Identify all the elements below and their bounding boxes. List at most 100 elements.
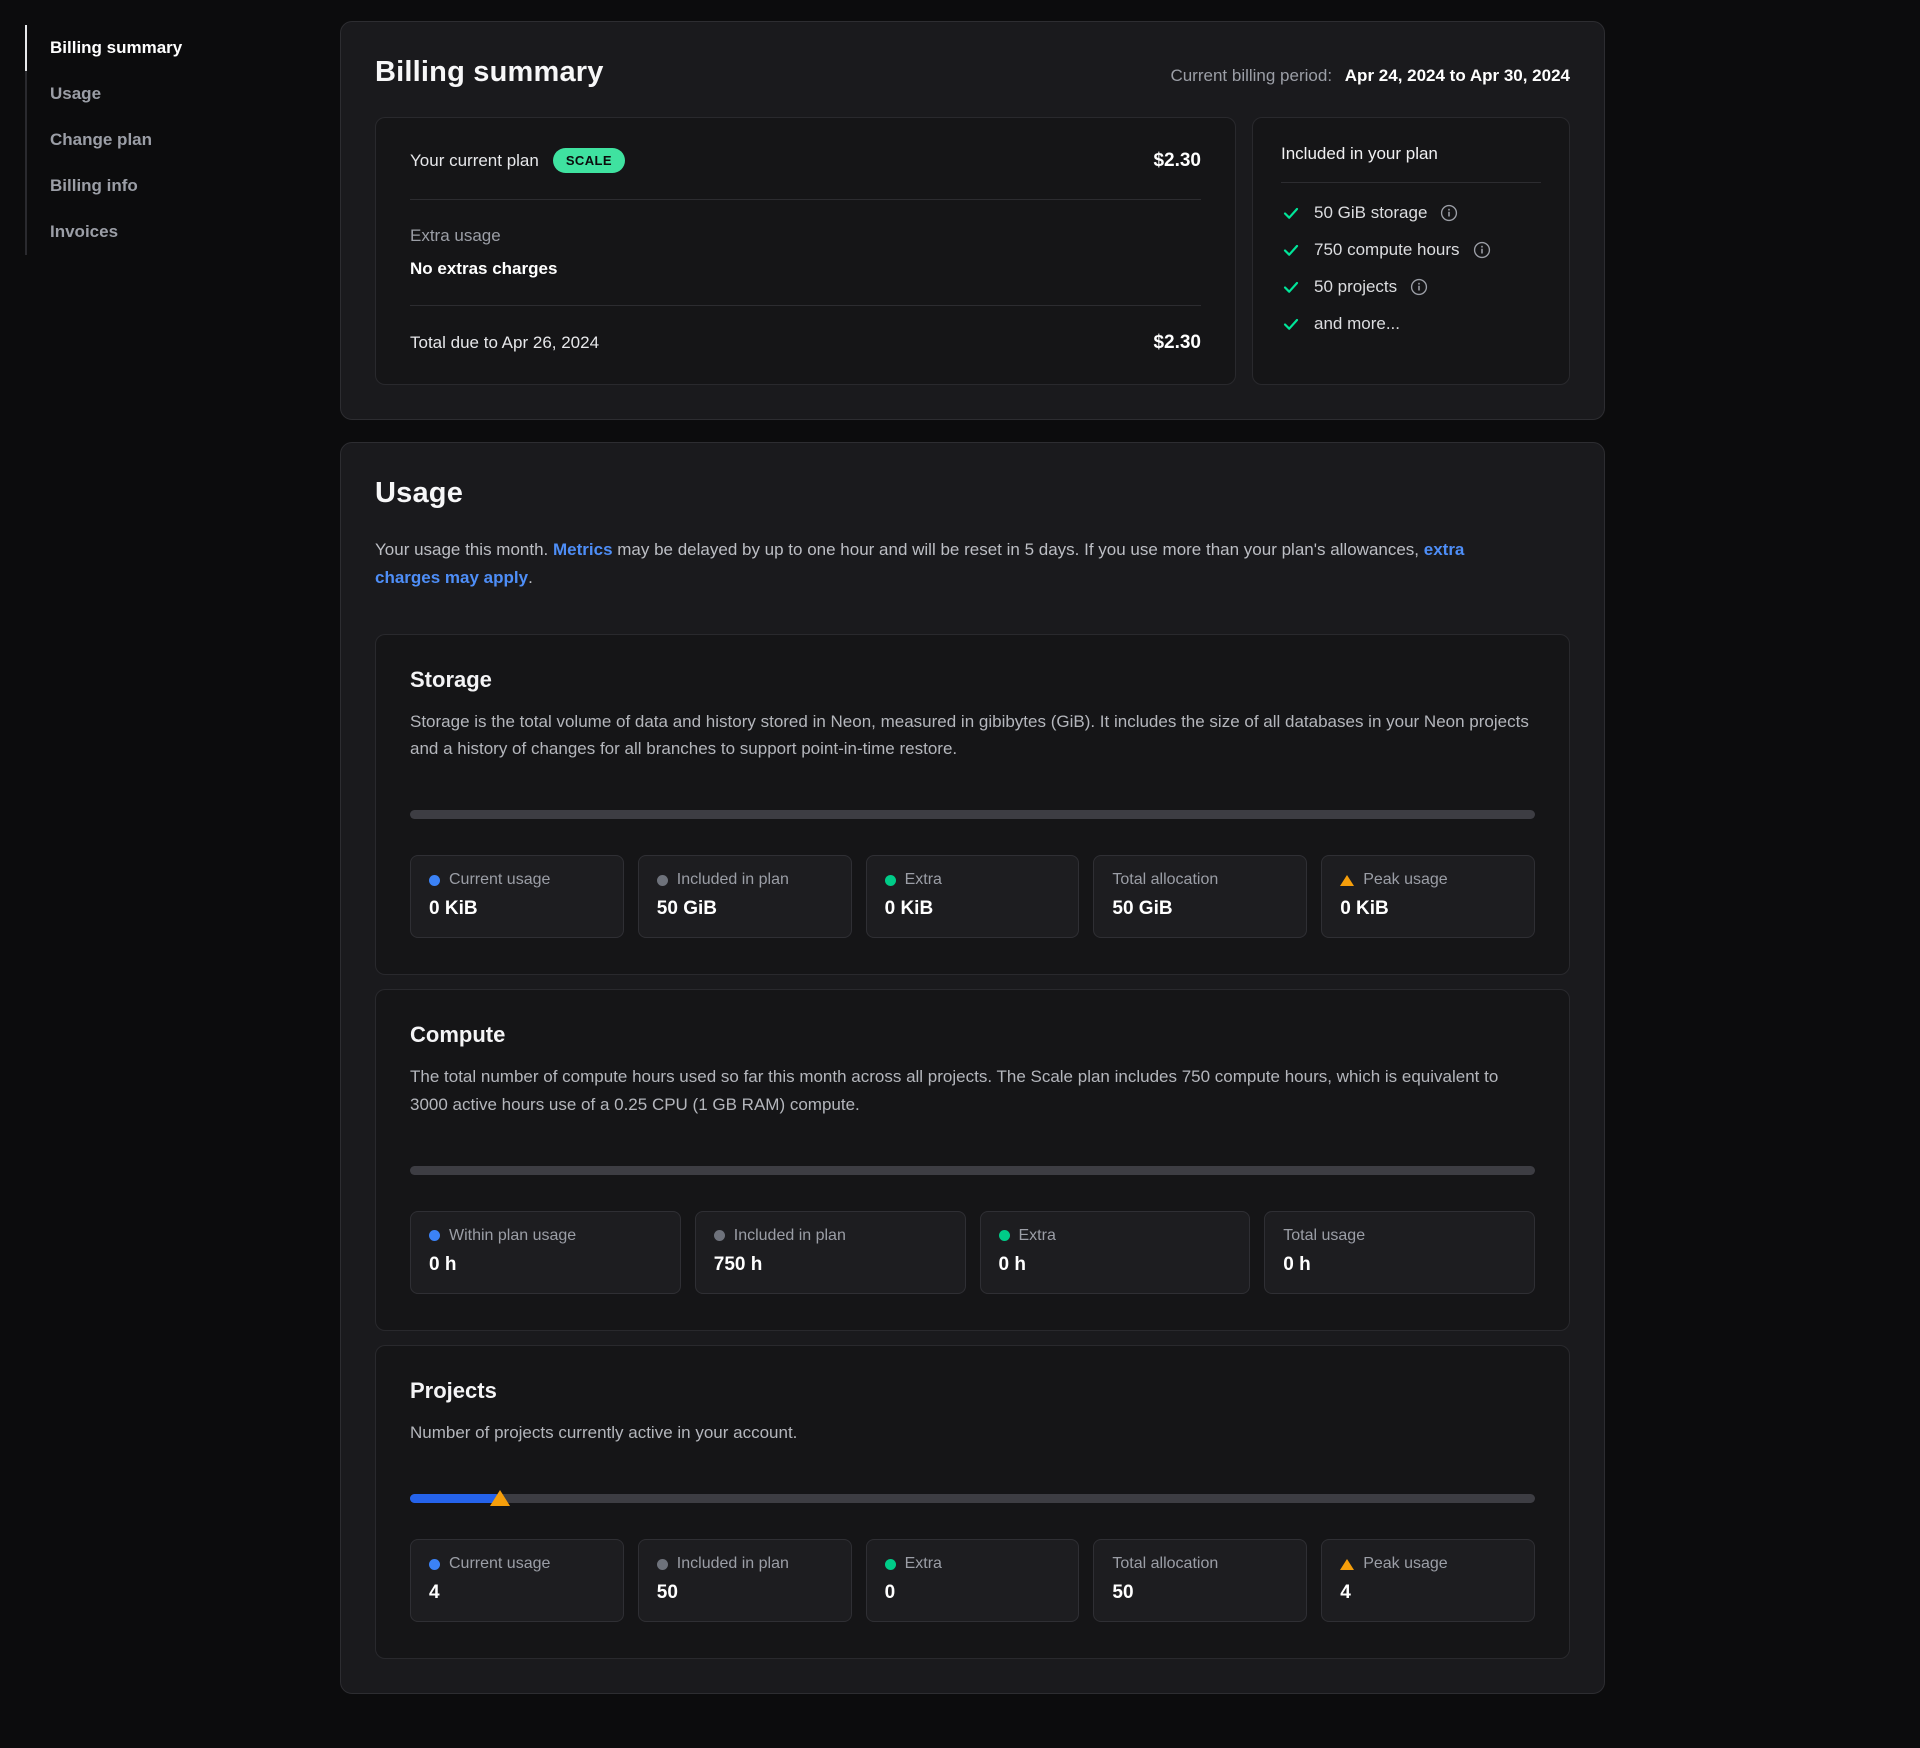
stat-value: 0 h [1283, 1254, 1516, 1276]
billing-summary-header: Billing summary Current billing period: … [375, 56, 1570, 89]
projects-stats-row: Current usage 4 Included in plan 50 Extr… [410, 1539, 1535, 1622]
billing-summary-card: Billing summary Current billing period: … [340, 21, 1605, 420]
stat-value: 0 [885, 1582, 1061, 1604]
stat-value: 0 KiB [429, 898, 605, 920]
usage-card: Usage Your usage this month. Metrics may… [340, 442, 1605, 1694]
check-icon [1281, 314, 1301, 334]
billing-period-label: Current billing period: [1170, 66, 1332, 85]
metrics-link[interactable]: Metrics [553, 540, 613, 559]
page-layout: Billing summary Usage Change plan Billin… [0, 0, 1920, 1734]
stat-label: Extra [905, 1555, 942, 1573]
stat-value: 0 KiB [1340, 898, 1516, 920]
stat-label: Total allocation [1112, 871, 1218, 889]
current-usage-dot-icon [429, 875, 440, 886]
storage-stats-row: Current usage 0 KiB Included in plan 50 … [410, 855, 1535, 938]
included-item-label: 50 GiB storage [1314, 203, 1427, 223]
info-icon[interactable] [1440, 204, 1458, 222]
plan-badge: SCALE [553, 148, 625, 173]
usage-intro-text: . [528, 568, 533, 587]
compute-stat-total-usage: Total usage 0 h [1264, 1211, 1535, 1294]
sidebar-item-billing-summary[interactable]: Billing summary [25, 25, 340, 71]
current-plan-row: Your current plan SCALE $2.30 [410, 148, 1201, 173]
stat-label: Total allocation [1112, 1555, 1218, 1573]
current-plan-card: Your current plan SCALE $2.30 Extra usag… [375, 117, 1236, 385]
billing-period: Current billing period: Apr 24, 2024 to … [1170, 66, 1570, 86]
stat-label: Included in plan [734, 1227, 846, 1245]
projects-section: Projects Number of projects currently ac… [375, 1345, 1570, 1659]
included-in-plan-title: Included in your plan [1281, 144, 1541, 164]
sidebar-item-invoices[interactable]: Invoices [25, 209, 340, 255]
stat-value: 0 h [429, 1254, 662, 1276]
stat-label: Current usage [449, 1555, 550, 1573]
usage-intro-text: may be delayed by up to one hour and wil… [613, 540, 1424, 559]
sidebar: Billing summary Usage Change plan Billin… [25, 21, 340, 1694]
main-content: Billing summary Current billing period: … [340, 21, 1605, 1694]
check-icon [1281, 240, 1301, 260]
billing-row: Your current plan SCALE $2.30 Extra usag… [375, 117, 1570, 385]
billing-nav: Billing summary Usage Change plan Billin… [25, 25, 340, 255]
check-icon [1281, 277, 1301, 297]
storage-stat-peak-usage: Peak usage 0 KiB [1321, 855, 1535, 938]
stat-value: 50 GiB [1112, 898, 1288, 920]
projects-stat-current-usage: Current usage 4 [410, 1539, 624, 1622]
projects-stat-peak-usage: Peak usage 4 [1321, 1539, 1535, 1622]
included-in-plan-dot-icon [714, 1230, 725, 1241]
peak-usage-triangle-icon [1340, 875, 1354, 886]
extra-usage-label: Extra usage [410, 226, 1201, 246]
peak-usage-marker-icon [490, 1490, 510, 1506]
storage-description: Storage is the total volume of data and … [410, 708, 1535, 762]
stat-label: Included in plan [677, 1555, 789, 1573]
info-icon[interactable] [1473, 241, 1491, 259]
projects-description: Number of projects currently active in y… [410, 1419, 1535, 1446]
compute-section: Compute The total number of compute hour… [375, 989, 1570, 1330]
included-item-storage: 50 GiB storage [1281, 203, 1541, 223]
included-item-projects: 50 projects [1281, 277, 1541, 297]
total-due-label: Total due to Apr 26, 2024 [410, 333, 599, 353]
stat-label: Total usage [1283, 1227, 1365, 1245]
storage-title: Storage [410, 667, 1535, 693]
check-icon [1281, 203, 1301, 223]
extra-dot-icon [885, 875, 896, 886]
included-item-more: and more... [1281, 314, 1541, 334]
compute-stat-within-plan-usage: Within plan usage 0 h [410, 1211, 681, 1294]
included-in-plan-dot-icon [657, 1559, 668, 1570]
usage-intro: Your usage this month. Metrics may be de… [375, 536, 1515, 592]
extra-dot-icon [885, 1559, 896, 1570]
stat-label: Current usage [449, 871, 550, 889]
compute-stats-row: Within plan usage 0 h Included in plan 7… [410, 1211, 1535, 1294]
included-item-label: and more... [1314, 314, 1400, 334]
projects-progress-bar [410, 1494, 1535, 1503]
current-plan-label: Your current plan [410, 151, 539, 171]
info-icon[interactable] [1410, 278, 1428, 296]
projects-stat-total-allocation: Total allocation 50 [1093, 1539, 1307, 1622]
divider [410, 305, 1201, 306]
extra-dot-icon [999, 1230, 1010, 1241]
stat-value: 50 GiB [657, 898, 833, 920]
projects-stat-extra: Extra 0 [866, 1539, 1080, 1622]
compute-title: Compute [410, 1022, 1535, 1048]
stat-value: 0 KiB [885, 898, 1061, 920]
stat-label: Peak usage [1363, 871, 1448, 889]
stat-value: 0 h [999, 1254, 1232, 1276]
current-usage-dot-icon [429, 1559, 440, 1570]
sidebar-item-billing-info[interactable]: Billing info [25, 163, 340, 209]
storage-stat-included-in-plan: Included in plan 50 GiB [638, 855, 852, 938]
storage-stat-extra: Extra 0 KiB [866, 855, 1080, 938]
usage-title: Usage [375, 477, 1570, 510]
sidebar-item-usage[interactable]: Usage [25, 71, 340, 117]
stat-value: 4 [429, 1582, 605, 1604]
stat-label: Peak usage [1363, 1555, 1448, 1573]
sidebar-item-change-plan[interactable]: Change plan [25, 117, 340, 163]
within-plan-usage-dot-icon [429, 1230, 440, 1241]
stat-value: 750 h [714, 1254, 947, 1276]
included-in-plan-card: Included in your plan 50 GiB storage 750… [1252, 117, 1570, 385]
compute-stat-extra: Extra 0 h [980, 1211, 1251, 1294]
compute-description: The total number of compute hours used s… [410, 1063, 1535, 1117]
divider [1281, 182, 1541, 183]
extra-usage-value: No extras charges [410, 259, 1201, 279]
included-item-label: 50 projects [1314, 277, 1397, 297]
total-due-amount: $2.30 [1153, 332, 1201, 354]
included-list: 50 GiB storage 750 compute hours 50 proj… [1281, 203, 1541, 334]
included-in-plan-dot-icon [657, 875, 668, 886]
projects-title: Projects [410, 1378, 1535, 1404]
